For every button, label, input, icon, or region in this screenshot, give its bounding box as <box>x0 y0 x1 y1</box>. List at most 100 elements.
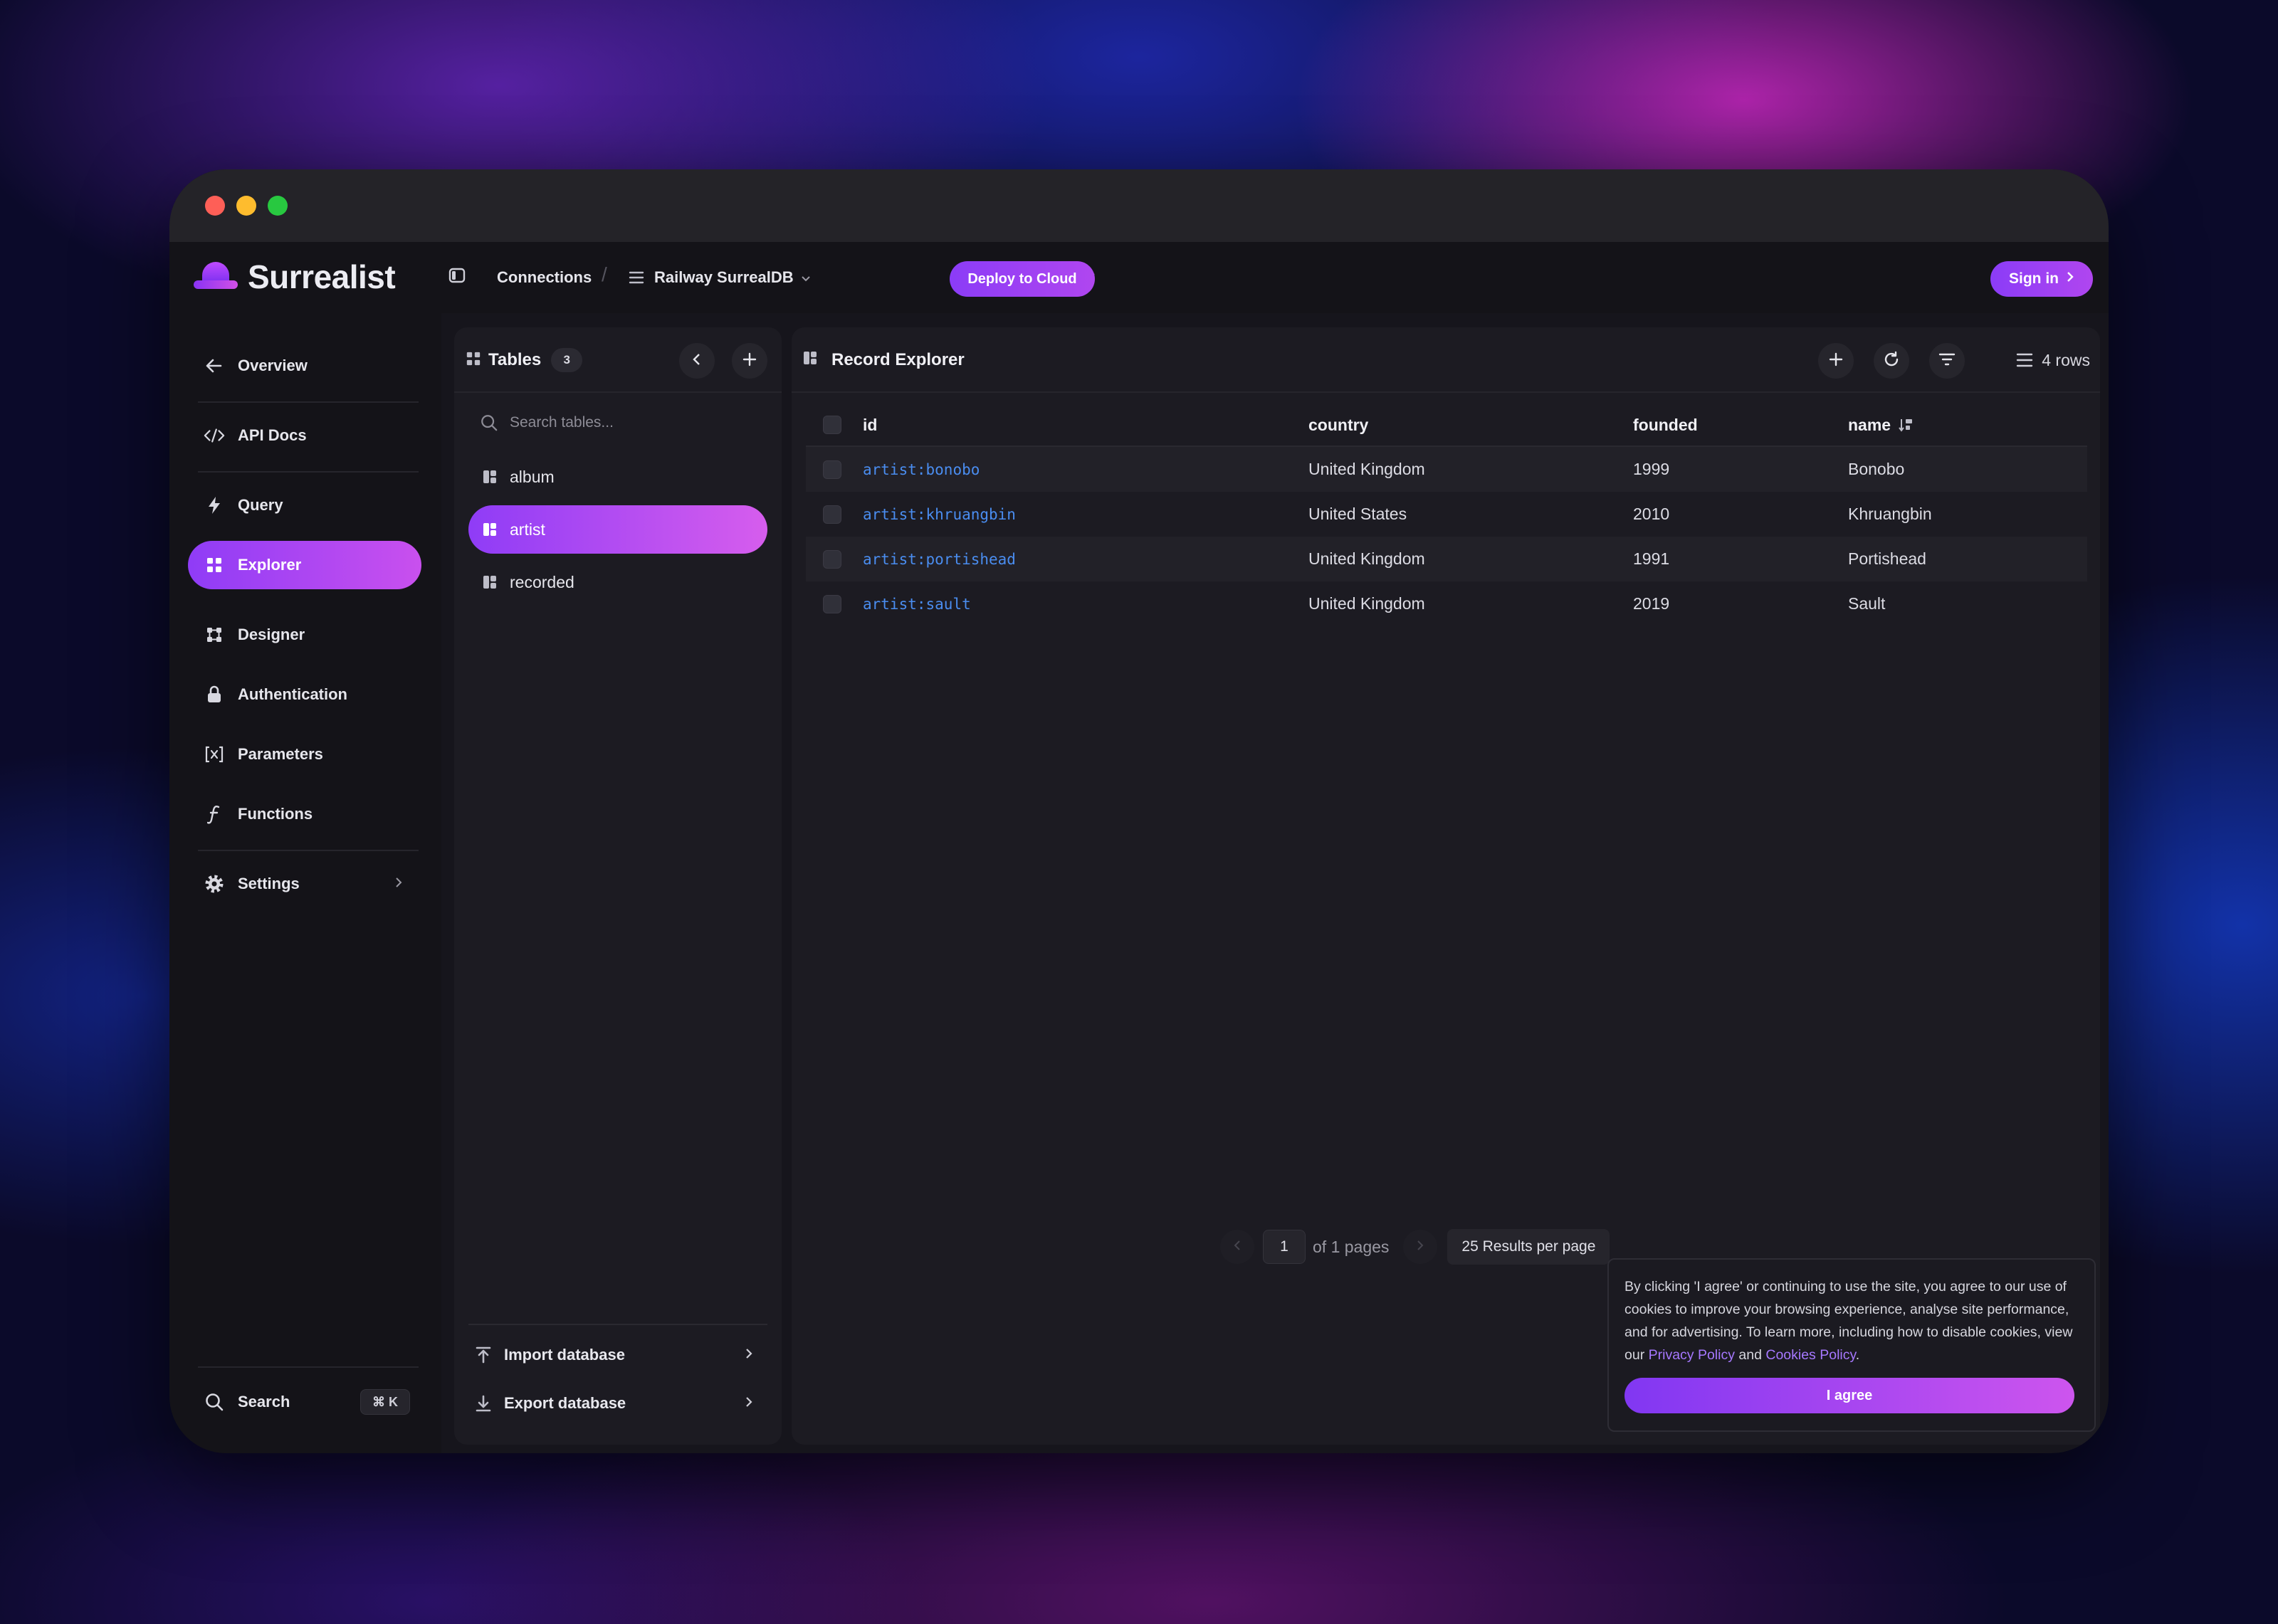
minimize-window-button[interactable] <box>236 196 256 216</box>
table-item-recorded[interactable]: recorded <box>468 558 767 606</box>
top-bar: Surrealist Connections / Railway Surreal… <box>169 242 2109 313</box>
sidebar-item-query[interactable]: Query <box>188 481 421 529</box>
chevron-right-icon <box>394 875 403 893</box>
sidebar-item-label: Functions <box>238 805 313 823</box>
sidebar-item-label: Designer <box>238 626 305 643</box>
sidebar-item-label: Explorer <box>238 556 302 574</box>
cookies-policy-link[interactable]: Cookies Policy <box>1765 1347 1855 1363</box>
record-id-link[interactable]: artist: sault <box>863 581 971 626</box>
table-row[interactable]: artist: bonobo United Kingdom 1999 Bonobo <box>806 447 2087 492</box>
cell-founded: 1991 <box>1633 549 1670 568</box>
row-count-label: 4 rows <box>2042 350 2090 369</box>
panel-title: Record Explorer <box>831 350 965 369</box>
record-key: khruangbin <box>925 505 1016 523</box>
connections-link[interactable]: Connections <box>497 242 592 313</box>
plus-icon <box>1828 352 1844 371</box>
sidebar-item-designer[interactable]: Designer <box>188 611 421 659</box>
table-row[interactable]: artist: khruangbin United States 2010 Khr… <box>806 492 2087 537</box>
cookie-banner: By clicking 'I agree' or continuing to u… <box>1607 1258 2096 1432</box>
table-header-row: id country founded name <box>806 404 2087 447</box>
table-icon <box>483 522 497 537</box>
cell-founded: 2019 <box>1633 594 1670 613</box>
table-search[interactable]: Search tables... <box>468 406 614 440</box>
page-number-input[interactable]: 1 <box>1263 1230 1306 1264</box>
designer-icon <box>204 624 225 645</box>
close-window-button[interactable] <box>205 196 225 216</box>
table-item-album[interactable]: album <box>468 453 767 501</box>
title-bar <box>169 169 2109 242</box>
chevron-left-icon <box>1233 1239 1242 1255</box>
row-checkbox[interactable] <box>823 549 841 569</box>
grid-icon <box>466 351 481 370</box>
chevron-down-icon <box>801 268 811 287</box>
maximize-window-button[interactable] <box>268 196 288 216</box>
table-icon <box>483 470 497 484</box>
sidebar-item-overview[interactable]: Overview <box>188 342 421 390</box>
next-page-button[interactable] <box>1403 1230 1438 1264</box>
grid-icon <box>204 554 225 576</box>
row-checkbox[interactable] <box>823 594 841 613</box>
record-table: artist <box>863 595 917 613</box>
tables-panel: Tables 3 Search tables... album artist r… <box>454 327 782 1445</box>
id-separator: : <box>916 550 926 568</box>
export-label: Export database <box>504 1394 626 1412</box>
table-row[interactable]: artist: sault United Kingdom 2019 Sault <box>806 581 2087 626</box>
refresh-button[interactable] <box>1874 343 1909 379</box>
deploy-to-cloud-button[interactable]: Deploy to Cloud <box>950 261 1095 297</box>
sidebar-item-explorer[interactable]: Explorer <box>188 541 421 589</box>
download-icon <box>476 1395 491 1412</box>
chevron-left-icon <box>692 352 702 370</box>
add-table-button[interactable] <box>732 343 767 379</box>
agree-button[interactable]: I agree <box>1624 1378 2074 1413</box>
chevron-right-icon <box>1416 1239 1424 1255</box>
row-checkbox[interactable] <box>823 505 841 524</box>
table-icon <box>483 575 497 589</box>
column-header-label: name <box>1848 415 1891 434</box>
sidebar-item-settings[interactable]: Settings <box>188 860 421 908</box>
previous-page-button[interactable] <box>1220 1230 1254 1264</box>
collapse-panel-button[interactable] <box>679 343 715 379</box>
record-id-link[interactable]: artist: khruangbin <box>863 492 1016 537</box>
table-name: recorded <box>510 572 574 591</box>
id-separator: : <box>916 460 926 478</box>
sidebar-item-functions[interactable]: Functions <box>188 790 421 838</box>
table-item-artist[interactable]: artist <box>468 505 767 554</box>
record-key: sault <box>925 595 971 613</box>
select-all-checkbox[interactable] <box>823 416 841 434</box>
row-checkbox[interactable] <box>823 460 841 479</box>
record-id-link[interactable]: artist: portishead <box>863 537 1016 581</box>
search-input[interactable]: Search tables... <box>510 414 614 431</box>
tables-title-group: Tables 3 <box>488 327 583 393</box>
cell-name: Bonobo <box>1848 460 1905 478</box>
cookie-and: and <box>1734 1347 1766 1363</box>
table-row[interactable]: artist: portishead United Kingdom 1991 Po… <box>806 537 2087 581</box>
record-id-link[interactable]: artist: bonobo <box>863 447 980 492</box>
sign-in-button[interactable]: Sign in <box>1990 261 2093 297</box>
privacy-policy-link[interactable]: Privacy Policy <box>1649 1347 1735 1363</box>
column-header-id[interactable]: id <box>863 404 877 445</box>
page-size-select[interactable]: 25 Results per page <box>1447 1229 1610 1265</box>
variable-icon <box>204 744 225 765</box>
column-header-country[interactable]: country <box>1308 404 1368 445</box>
sidebar-item-authentication[interactable]: Authentication <box>188 670 421 719</box>
plus-icon <box>742 352 757 371</box>
sidebar-item-api-docs[interactable]: API Docs <box>188 411 421 460</box>
add-record-button[interactable] <box>1818 343 1854 379</box>
connection-selector[interactable]: Railway SurrealDB <box>627 242 811 313</box>
connection-name: Railway SurrealDB <box>654 268 794 286</box>
export-database-button[interactable]: Export database <box>476 1383 760 1423</box>
table-icon <box>803 351 817 369</box>
column-header-founded[interactable]: founded <box>1633 404 1698 445</box>
filter-button[interactable] <box>1929 343 1965 379</box>
record-key: portishead <box>925 550 1016 568</box>
refresh-icon <box>1883 351 1900 371</box>
lock-icon <box>204 684 225 705</box>
sidebar-item-parameters[interactable]: Parameters <box>188 730 421 779</box>
divider <box>198 1366 419 1368</box>
column-header-name[interactable]: name <box>1848 404 1914 445</box>
toggle-sidebar-button[interactable] <box>448 242 466 313</box>
sign-in-label: Sign in <box>2009 270 2059 287</box>
cookie-text: By clicking 'I agree' or continuing to u… <box>1624 1275 2079 1366</box>
import-database-button[interactable]: Import database <box>476 1335 760 1375</box>
upload-icon <box>476 1346 491 1364</box>
